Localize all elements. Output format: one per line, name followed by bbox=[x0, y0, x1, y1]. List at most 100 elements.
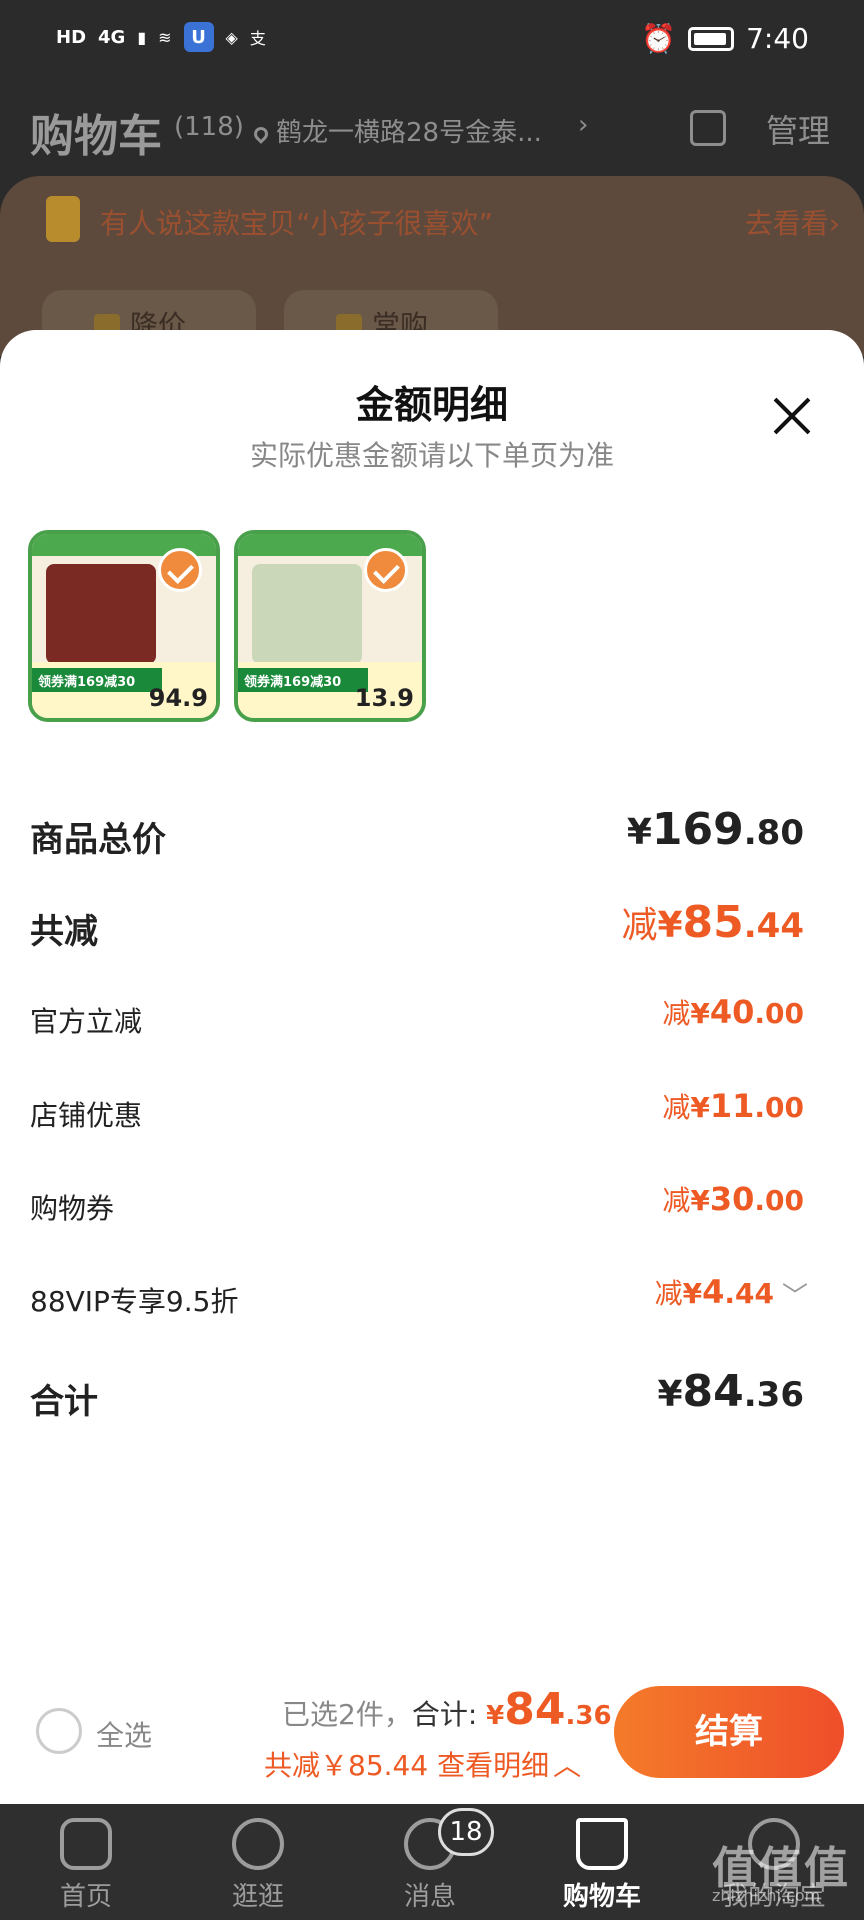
chevron-up-icon[interactable]: ︿ bbox=[553, 1744, 581, 1784]
row-value: ¥169.80 bbox=[627, 804, 804, 855]
check-icon bbox=[158, 548, 202, 592]
home-icon bbox=[60, 1818, 112, 1870]
amount-dec: .44 bbox=[743, 906, 804, 946]
signal-icon: ▮ bbox=[137, 27, 147, 47]
selection-summary: 已选2件，合计: ¥84.36 bbox=[282, 1684, 612, 1735]
discount-summary[interactable]: 共减￥85.44 查看明细 ︿ bbox=[264, 1744, 581, 1784]
promo-banner[interactable]: 有人说这款宝贝“小孩子很喜欢” 去看看› bbox=[40, 196, 840, 242]
prefix: 减 bbox=[662, 997, 691, 1030]
cart-icon bbox=[576, 1818, 628, 1870]
thumb-price: 13.9 bbox=[354, 684, 414, 712]
currency: ¥ bbox=[657, 905, 683, 946]
amount-dec: .36 bbox=[743, 1375, 804, 1415]
currency: ¥ bbox=[682, 1277, 703, 1310]
sheet-subtitle: 实际优惠金额请以下单页为准 bbox=[249, 439, 614, 472]
select-all-label[interactable]: 全选 bbox=[96, 1714, 152, 1754]
wifi-icon: ≋ bbox=[158, 27, 172, 47]
prefix: 减 bbox=[654, 1277, 683, 1310]
amount-dec: .36 bbox=[565, 1701, 612, 1731]
amount-int: 4 bbox=[702, 1273, 725, 1311]
watermark-url: zhizhizhi.com bbox=[712, 1886, 821, 1905]
address-text: 鹤龙一横路28号金泰... bbox=[276, 118, 542, 148]
total-label: 合计: bbox=[411, 1698, 487, 1731]
amount-int: 84 bbox=[504, 1684, 566, 1735]
cart-header: 购物车 (118) 鹤龙一横路28号金泰... › 管理 bbox=[0, 92, 864, 172]
shield-icon: ◈ bbox=[225, 27, 238, 47]
location-pin-icon bbox=[251, 124, 271, 144]
tab-label: 消息 bbox=[403, 1882, 456, 1912]
row-value: 减¥40.00 bbox=[662, 992, 804, 1032]
amount-int: 169 bbox=[651, 804, 744, 855]
promo-text: 有人说这款宝贝“小孩子很喜欢” bbox=[100, 207, 494, 240]
view-detail-link[interactable]: 查看明细 bbox=[437, 1749, 549, 1782]
close-button[interactable] bbox=[772, 396, 812, 436]
select-all-checkbox[interactable] bbox=[36, 1708, 82, 1754]
prefix: 减 bbox=[662, 1184, 691, 1217]
alarm-icon: ⏰ bbox=[641, 22, 677, 55]
checkout-bar: 全选 已选2件，合计: ¥84.36 共减￥85.44 查看明细 ︿ 结算 bbox=[0, 1660, 864, 1800]
row-value: 减¥30.00 bbox=[662, 1179, 804, 1219]
amount-dec: .00 bbox=[754, 1091, 804, 1124]
tab-label: 购物车 bbox=[562, 1882, 641, 1912]
currency: ¥ bbox=[690, 1091, 710, 1124]
status-icons-right: ⏰ 7:40 bbox=[641, 22, 809, 55]
amount-int: 40 bbox=[709, 993, 755, 1031]
product-image bbox=[46, 564, 156, 664]
message-count-badge: 18 bbox=[438, 1808, 494, 1856]
status-icons-left: HD 4G ▮ ≋ U ◈ 支 bbox=[56, 22, 266, 52]
currency: ¥ bbox=[657, 1374, 683, 1415]
tab-browse[interactable]: 逛逛 bbox=[198, 1818, 318, 1913]
tab-home[interactable]: 首页 bbox=[26, 1818, 146, 1913]
row-label: 共减 bbox=[30, 912, 98, 952]
amount-dec: .80 bbox=[743, 813, 804, 853]
battery-icon bbox=[688, 26, 735, 51]
product-thumbnails: 领券满169减30 94.9 领券满169减30 13.9 bbox=[28, 530, 426, 722]
row-value: 减¥11.00 bbox=[662, 1086, 804, 1126]
cart-count: (118) bbox=[174, 112, 244, 142]
row-label: 合计 bbox=[30, 1382, 98, 1422]
app-notification-icon: U bbox=[183, 22, 214, 52]
row-value: 减¥4.44 bbox=[655, 1272, 774, 1312]
alipay-icon: 支 bbox=[249, 29, 266, 48]
row-sum: 合计 ¥84.36 bbox=[30, 1366, 804, 1422]
selected-count: 已选2件， bbox=[282, 1698, 412, 1731]
row-label: 88VIP专享9.5折 bbox=[30, 1285, 239, 1318]
chevron-right-icon: › bbox=[578, 110, 589, 140]
chevron-down-icon[interactable]: ﹀ bbox=[782, 1276, 808, 1313]
browse-icon bbox=[232, 1818, 284, 1870]
page-title: 购物车 bbox=[30, 111, 162, 162]
promo-link[interactable]: 去看看› bbox=[745, 202, 840, 242]
product-thumbnail[interactable]: 领券满169减30 13.9 bbox=[234, 530, 426, 722]
clock: 7:40 bbox=[746, 22, 809, 55]
delivery-address[interactable]: 鹤龙一横路28号金泰... bbox=[251, 112, 542, 149]
discount-text: 共减￥85.44 bbox=[264, 1749, 429, 1782]
product-thumbnail[interactable]: 领券满169减30 94.9 bbox=[28, 530, 220, 722]
row-vip-discount[interactable]: 88VIP专享9.5折 减¥4.44 ﹀ bbox=[30, 1272, 808, 1328]
coupon-label: 领券满169减30 bbox=[238, 668, 368, 692]
row-value: 减¥85.44 bbox=[621, 896, 804, 948]
amount-detail-sheet: 金额明细 实际优惠金额请以下单页为准 领券满169减30 94.9 领券满169… bbox=[0, 330, 864, 1804]
amount-dec: .00 bbox=[754, 1184, 804, 1217]
tab-cart[interactable]: 购物车 bbox=[542, 1818, 662, 1913]
currency: ¥ bbox=[690, 1184, 710, 1217]
row-store-discount: 店铺优惠 减¥11.00 bbox=[30, 1086, 804, 1142]
compare-icon[interactable] bbox=[690, 110, 726, 146]
row-official-discount: 官方立减 减¥40.00 bbox=[30, 992, 804, 1048]
row-value: ¥84.36 bbox=[657, 1366, 804, 1417]
currency: ¥ bbox=[690, 997, 710, 1030]
status-bar: HD 4G ▮ ≋ U ◈ 支 ⏰ 7:40 bbox=[0, 0, 864, 84]
row-label: 官方立减 bbox=[30, 1005, 143, 1038]
checkout-button[interactable]: 结算 bbox=[614, 1686, 844, 1778]
sheet-title: 金额明细 bbox=[355, 383, 508, 427]
coupon-label: 领券满169减30 bbox=[32, 668, 162, 692]
currency: ¥ bbox=[626, 812, 652, 853]
row-voucher: 购物券 减¥30.00 bbox=[30, 1179, 804, 1235]
row-label: 商品总价 bbox=[30, 820, 166, 860]
tab-label: 首页 bbox=[59, 1882, 112, 1912]
prefix: 减 bbox=[662, 1091, 691, 1124]
manage-button[interactable]: 管理 bbox=[766, 106, 830, 152]
network-4g-indicator: 4G bbox=[98, 26, 126, 48]
check-icon bbox=[364, 548, 408, 592]
prefix: 减 bbox=[621, 905, 658, 946]
hd-indicator: HD bbox=[56, 26, 87, 48]
